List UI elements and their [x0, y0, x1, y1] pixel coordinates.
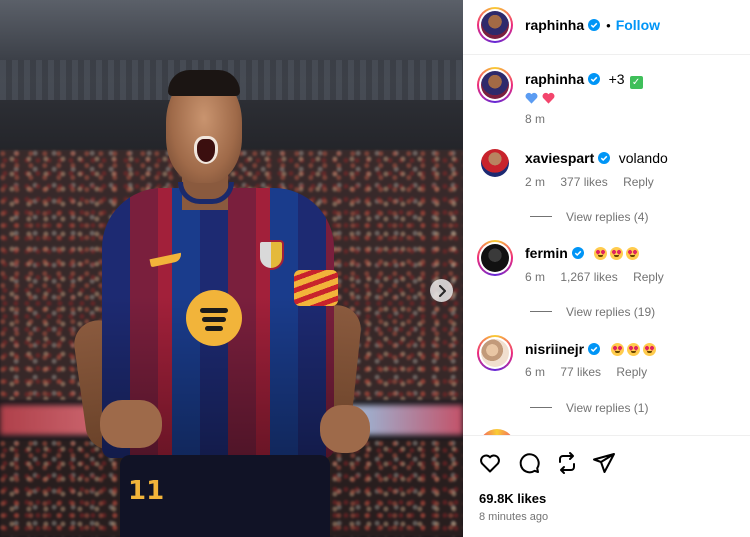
- player-mouth: [194, 136, 218, 164]
- likes-count[interactable]: 69.8K likes: [479, 491, 546, 506]
- avatar-image: [481, 244, 509, 272]
- heart-eyes-emoji-icon: [626, 247, 640, 260]
- blue-heart-emoji-icon: [525, 92, 538, 104]
- caption-username[interactable]: raphinha: [525, 71, 584, 87]
- comment-time: 6 m: [525, 365, 546, 379]
- stadium-roof: [0, 0, 463, 60]
- post-media: 11: [0, 0, 463, 537]
- player-photo: 11: [71, 70, 380, 537]
- comment-likes[interactable]: 77 likes: [560, 365, 601, 379]
- view-replies-button[interactable]: View replies (19): [566, 305, 655, 319]
- post-header: raphinha • Follow: [463, 0, 750, 55]
- comment-time: 6 m: [525, 270, 546, 284]
- avatar-image: [481, 11, 509, 39]
- follow-button[interactable]: Follow: [616, 17, 660, 33]
- red-heart-emoji-icon: [542, 92, 555, 104]
- caption-time: 8 m: [525, 112, 546, 126]
- verified-badge-icon: [588, 73, 601, 85]
- view-replies-button[interactable]: View replies (4): [566, 210, 648, 224]
- heart-eyes-emoji-icon: [642, 343, 656, 356]
- replies-divider: [530, 407, 552, 409]
- captain-armband: [294, 270, 338, 306]
- comment-username[interactable]: xaviespart: [525, 150, 594, 166]
- commenter-avatar[interactable]: [477, 335, 513, 371]
- verified-badge-icon: [588, 343, 601, 355]
- comment-username[interactable]: fermin: [525, 245, 568, 261]
- verified-badge-icon: [571, 247, 584, 259]
- verified-badge-icon: [588, 19, 601, 31]
- repost-icon[interactable]: [555, 451, 579, 475]
- caption-text: [525, 90, 555, 108]
- comment-username[interactable]: nisriinejr: [525, 341, 584, 357]
- post-timestamp: 8 minutes ago: [479, 511, 549, 523]
- replies-divider: [530, 311, 552, 313]
- avatar-image: [481, 339, 509, 367]
- view-replies-button[interactable]: View replies (1): [566, 401, 648, 415]
- player-right-fist: [320, 405, 370, 453]
- verified-badge-icon: [598, 152, 611, 164]
- comment-text: volando: [618, 150, 668, 166]
- post-sidebar: raphinha • Follow raphinha +3 ✓ 8 m xaviesp…: [463, 0, 750, 537]
- heart-eyes-emoji-icon: [594, 247, 608, 260]
- heart-eyes-emoji-icon: [610, 247, 624, 260]
- commenter-avatar[interactable]: [481, 149, 509, 177]
- heart-eyes-emoji-icon: [610, 343, 624, 356]
- chevron-right-icon: [438, 284, 446, 297]
- player-hair: [168, 70, 240, 96]
- next-image-button[interactable]: [430, 279, 453, 302]
- jersey-number: 11: [128, 476, 165, 506]
- caption-collaborators[interactable]: +3: [609, 71, 625, 87]
- author-username[interactable]: raphinha: [525, 17, 584, 33]
- commenter-avatar[interactable]: [477, 240, 513, 276]
- comment-text: [594, 245, 642, 262]
- sponsor-logo: [186, 290, 242, 346]
- heart-eyes-emoji-icon: [626, 343, 640, 356]
- caption-avatar[interactable]: [477, 67, 513, 103]
- comment-icon[interactable]: [517, 451, 541, 475]
- comment-likes[interactable]: 1,267 likes: [560, 270, 617, 284]
- comment-likes[interactable]: 377 likes: [560, 175, 607, 189]
- share-icon[interactable]: [592, 451, 616, 475]
- player-left-fist: [100, 400, 162, 448]
- reply-button[interactable]: Reply: [633, 270, 664, 284]
- replies-divider: [530, 216, 552, 218]
- separator-dot: •: [606, 18, 611, 33]
- heart-icon[interactable]: [478, 451, 502, 475]
- comment-text: [610, 341, 659, 358]
- club-crest: [258, 240, 284, 270]
- post-actions: 69.8K likes 8 minutes ago: [463, 435, 750, 537]
- reply-button[interactable]: Reply: [616, 365, 647, 379]
- author-avatar[interactable]: [477, 7, 513, 43]
- check-mark-emoji-icon: ✓: [629, 76, 643, 89]
- avatar-image: [481, 71, 509, 99]
- reply-button[interactable]: Reply: [623, 175, 654, 189]
- comment-time: 2 m: [525, 175, 546, 189]
